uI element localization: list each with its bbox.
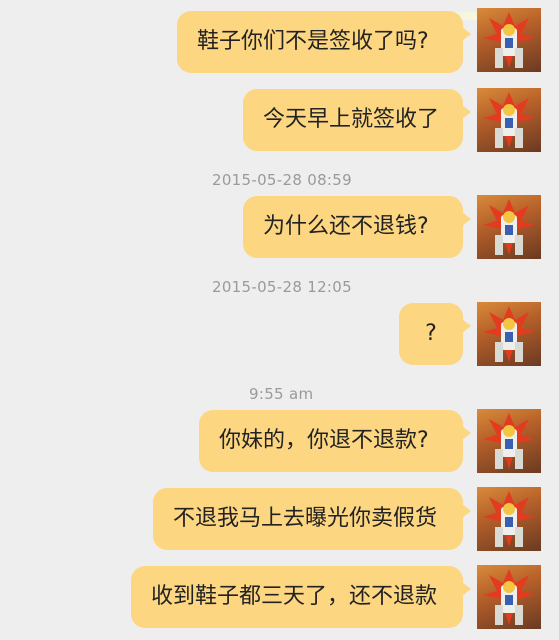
- message-bubble[interactable]: 收到鞋子都三天了，还不退款: [131, 566, 471, 628]
- avatar[interactable]: [477, 195, 541, 259]
- robot-avatar-icon: [483, 569, 535, 625]
- message-bubble[interactable]: 今天早上就签收了: [243, 89, 471, 151]
- avatar[interactable]: [477, 88, 541, 152]
- timestamp: 2015-05-28 08:59: [212, 171, 352, 189]
- robot-avatar-icon: [483, 306, 535, 362]
- avatar[interactable]: [477, 409, 541, 473]
- message-text: 鞋子你们不是签收了吗?: [197, 29, 429, 54]
- robot-avatar-icon: [483, 12, 535, 68]
- message-bubble[interactable]: 为什么还不退钱?: [243, 196, 471, 258]
- message-text: 不退我马上去曝光你卖假货: [173, 506, 438, 531]
- message-bubble[interactable]: 你妹的，你退不退款?: [199, 410, 471, 472]
- message-bubble[interactable]: 鞋子你们不是签收了吗?: [177, 11, 471, 73]
- robot-avatar-icon: [483, 199, 535, 255]
- avatar[interactable]: [477, 487, 541, 551]
- avatar[interactable]: [477, 8, 541, 72]
- message-bubble[interactable]: 不退我马上去曝光你卖假货: [153, 488, 471, 550]
- robot-avatar-icon: [483, 92, 535, 148]
- message-text: 为什么还不退钱?: [263, 214, 429, 239]
- timestamp: 9:55 am: [249, 385, 314, 403]
- avatar[interactable]: [477, 565, 541, 629]
- message-text: 收到鞋子都三天了，还不退款: [151, 584, 438, 609]
- timestamp: 2015-05-28 12:05: [212, 278, 352, 296]
- message-text: ?: [425, 321, 437, 346]
- message-text: 今天早上就签收了: [263, 107, 440, 132]
- message-bubble[interactable]: ?: [399, 303, 471, 365]
- chat-thread: 鞋子你们不是签收了吗? 今天早上就签收了 2015-05-28 08:59 为什…: [0, 0, 559, 640]
- avatar[interactable]: [477, 302, 541, 366]
- message-text: 你妹的，你退不退款?: [219, 428, 429, 453]
- robot-avatar-icon: [483, 491, 535, 547]
- robot-avatar-icon: [483, 413, 535, 469]
